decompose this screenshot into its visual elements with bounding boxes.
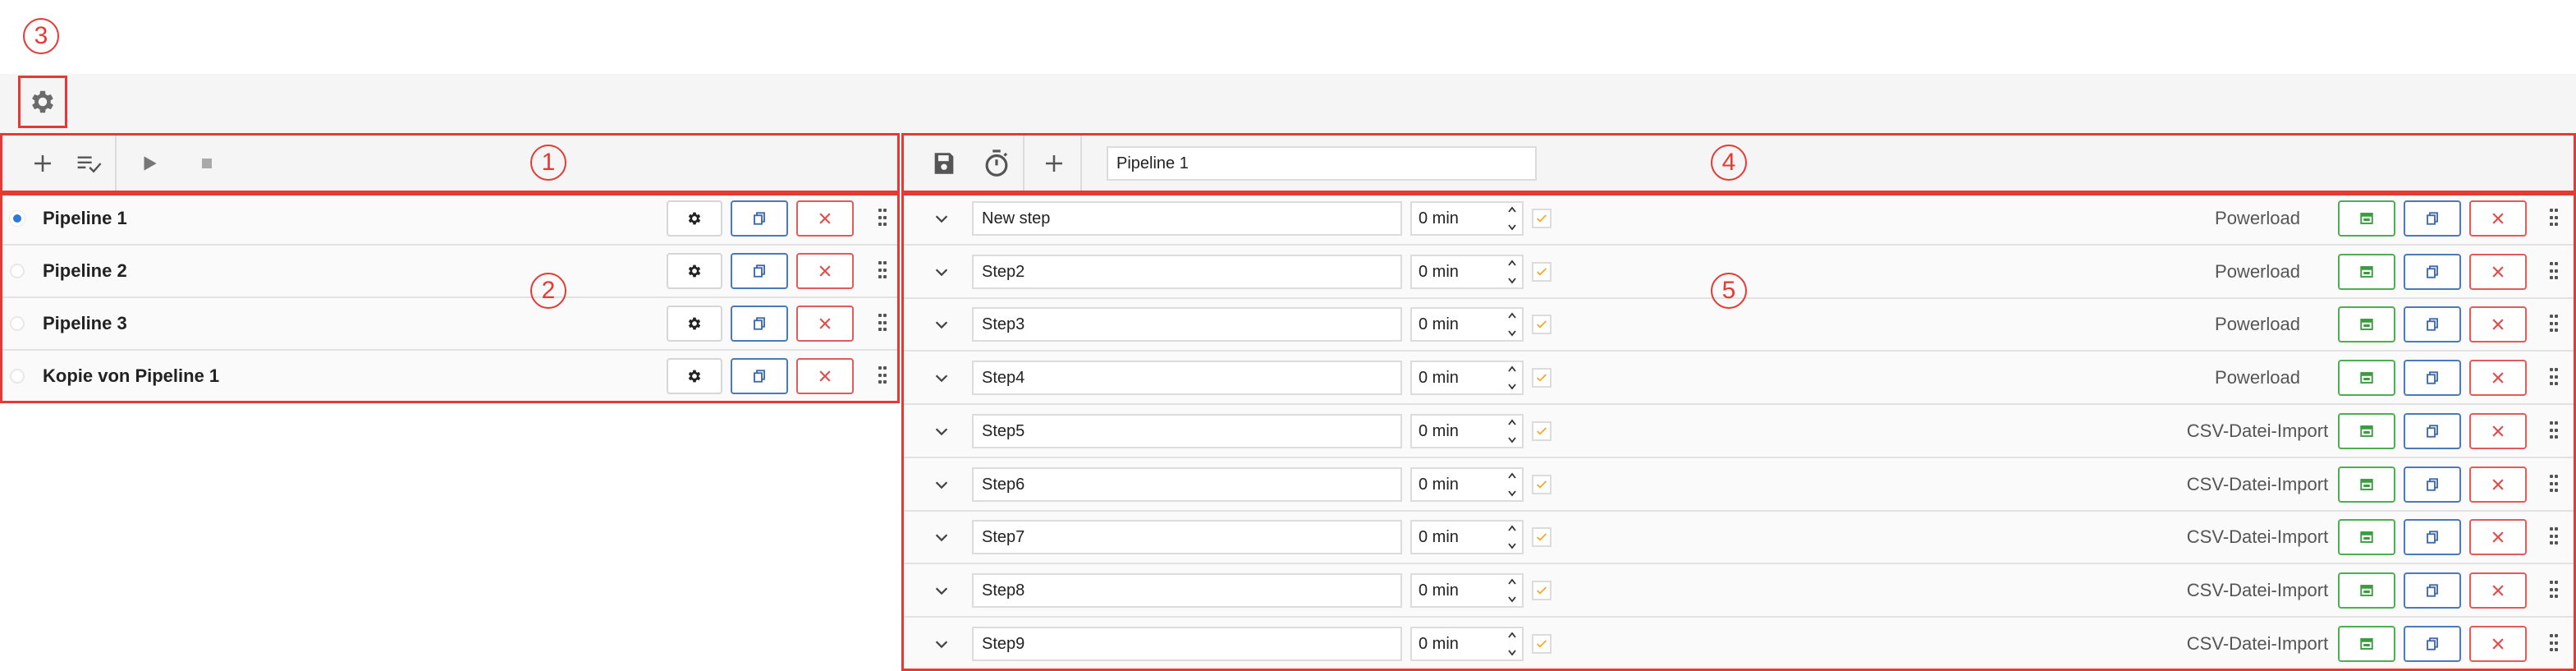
highlight-box-5 xyxy=(901,193,2576,671)
callout-3: 3 xyxy=(23,18,59,54)
callout-5: 5 xyxy=(1711,273,1747,309)
callout-1: 1 xyxy=(530,145,566,181)
gear-icon xyxy=(32,90,53,113)
header-band xyxy=(0,74,2576,133)
settings-button[interactable] xyxy=(18,76,67,128)
callout-4: 4 xyxy=(1711,145,1747,181)
highlight-box-2 xyxy=(0,193,900,403)
callout-2: 2 xyxy=(530,273,566,309)
highlight-box-1 xyxy=(0,133,900,193)
